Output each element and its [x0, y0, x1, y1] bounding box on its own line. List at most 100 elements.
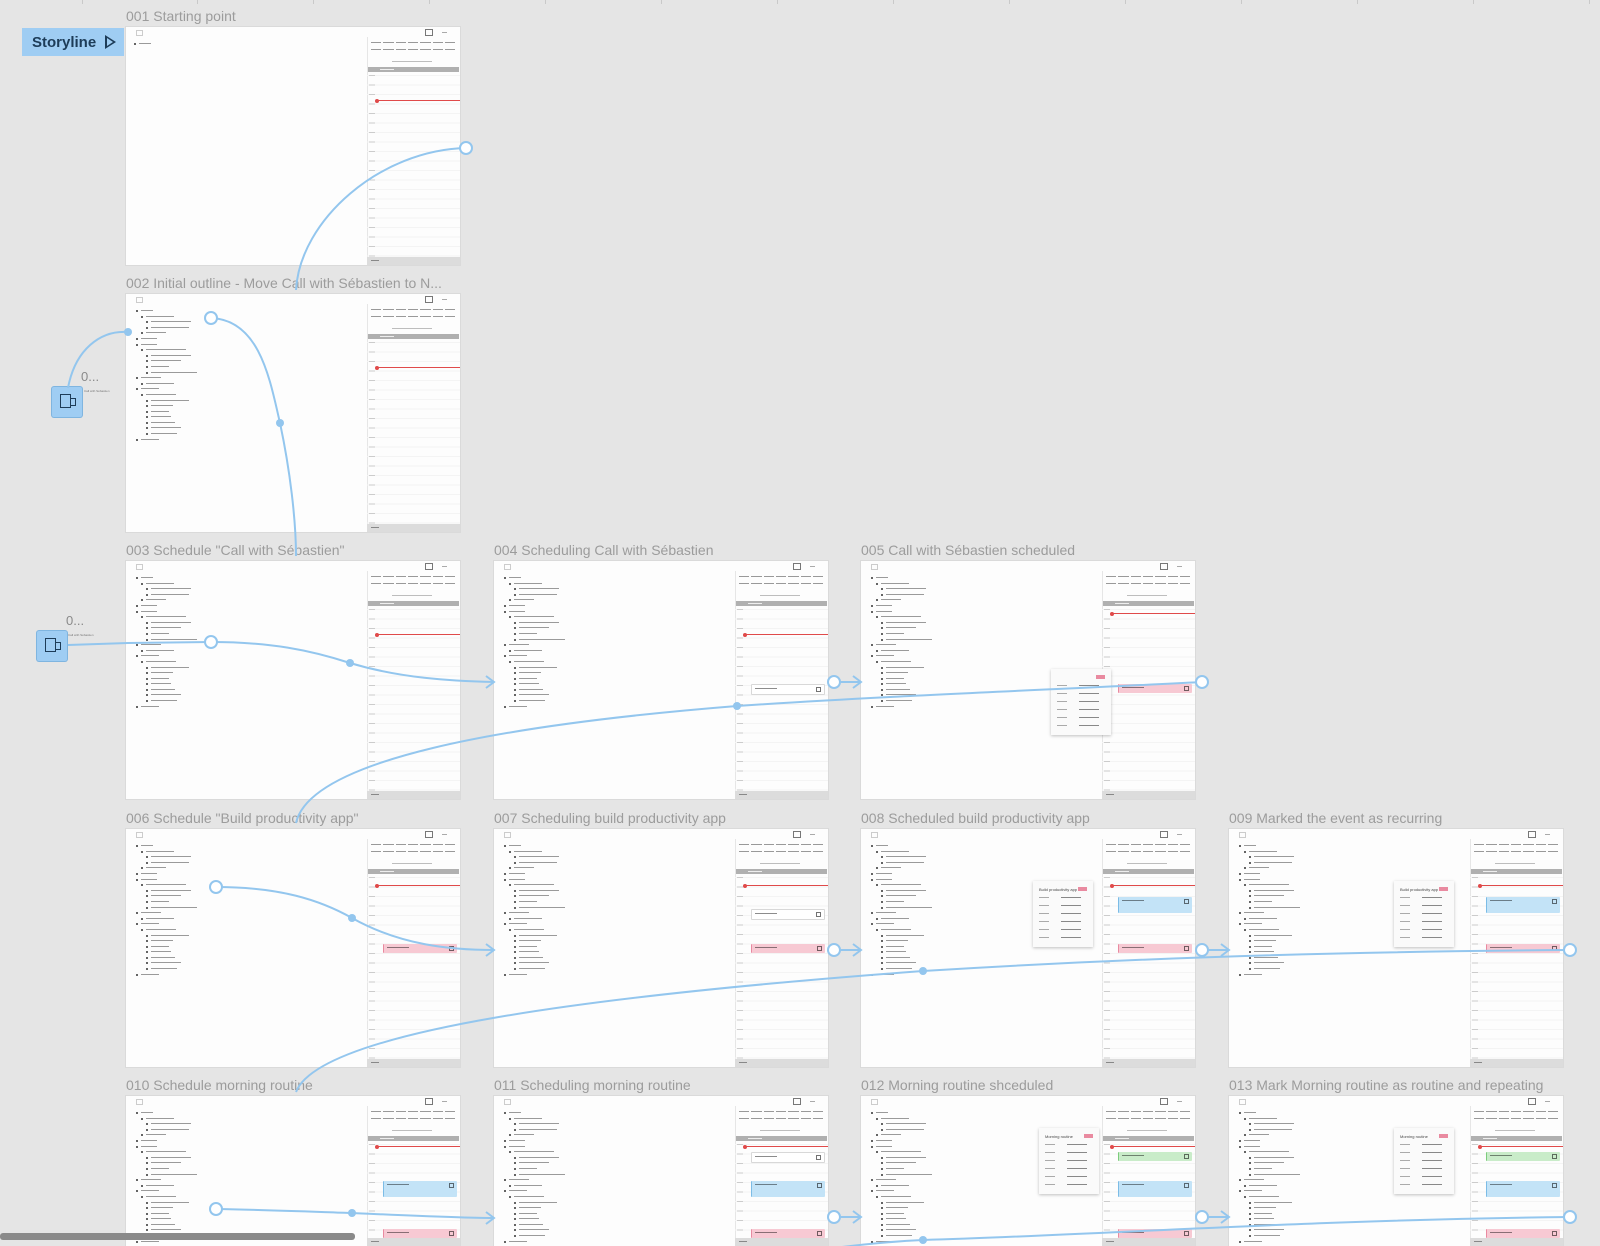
frame-title-013[interactable]: 013 Mark Morning routine as routine and … [1229, 1077, 1579, 1093]
frame-title-010[interactable]: 010 Schedule morning routine [126, 1077, 460, 1093]
frame-thumbnail-003[interactable] [126, 561, 460, 799]
week-row [370, 582, 457, 586]
frame-title-001[interactable]: 001 Starting point [126, 8, 460, 24]
frame-thumbnail-011[interactable] [494, 1096, 828, 1246]
date-caption [1127, 595, 1167, 596]
day-header [368, 67, 459, 72]
frame-title-008[interactable]: 008 Scheduled build productivity app [861, 810, 1195, 826]
frame-title-012[interactable]: 012 Morning routine shceduled [861, 1077, 1195, 1093]
event-build-productivity-app[interactable] [1486, 897, 1560, 913]
calendar-preview [367, 571, 460, 799]
calendar-icon [1160, 1098, 1168, 1105]
thumbnail-toolbar [126, 829, 460, 839]
popup-field [1039, 937, 1087, 939]
frame-title-005[interactable]: 005 Call with Sébastien scheduled [861, 542, 1195, 558]
event-call-with-sebastien[interactable] [383, 1229, 457, 1238]
frame-thumbnail-012[interactable]: Morning routine [861, 1096, 1195, 1246]
frame-thumbnail-007[interactable] [494, 829, 828, 1067]
event-call-with-sebastien[interactable] [1486, 1229, 1560, 1238]
week-row [370, 315, 457, 319]
hour-grid [367, 342, 460, 524]
frame-title-011[interactable]: 011 Scheduling morning routine [494, 1077, 828, 1093]
day-header [1471, 869, 1562, 874]
date-caption [392, 863, 432, 864]
flow-start-icon-2[interactable] [37, 631, 67, 661]
color-tag[interactable] [1439, 1134, 1448, 1138]
frame-thumbnail-005[interactable] [861, 561, 1195, 799]
page-icon [136, 564, 143, 570]
week-row [1105, 843, 1192, 847]
week-row [1473, 843, 1560, 847]
storyline-button[interactable]: Storyline [22, 28, 124, 56]
frame-title-007[interactable]: 007 Scheduling build productivity app [494, 810, 828, 826]
event-call-with-sebastien[interactable] [383, 944, 457, 953]
frame-title-002[interactable]: 002 Initial outline - Move Call with Séb… [126, 275, 460, 291]
frame-title-003[interactable]: 003 Schedule "Call with Sébastien" [126, 542, 460, 558]
frame-thumbnail-008[interactable]: Build productivity app [861, 829, 1195, 1067]
frame-thumbnail-010[interactable] [126, 1096, 460, 1246]
color-tag[interactable] [1096, 675, 1105, 679]
frame-thumbnail-001[interactable] [126, 27, 460, 265]
event-morning-routine[interactable] [1118, 1152, 1192, 1161]
outline-line [502, 704, 722, 710]
event-call-with-sebastien[interactable] [1486, 944, 1560, 953]
outline-line [502, 1239, 722, 1245]
new-event-input[interactable] [751, 684, 825, 695]
event-call-with-sebastien[interactable] [1118, 944, 1192, 953]
hour-grid [367, 877, 460, 1059]
event-build-productivity-app[interactable] [383, 1181, 457, 1197]
event-build-productivity-app[interactable] [1118, 1181, 1192, 1197]
event-call-with-sebastien[interactable] [1118, 684, 1192, 693]
calendar-footer [735, 791, 828, 799]
week-row [1473, 1110, 1560, 1114]
event-build-productivity-app[interactable] [1486, 1181, 1560, 1197]
week-row [1105, 850, 1192, 854]
popup-field [1057, 701, 1105, 703]
event-build-productivity-app[interactable] [1118, 897, 1192, 913]
outline-line [1237, 972, 1457, 978]
page-icon [136, 297, 143, 303]
current-time-line [1478, 883, 1563, 888]
calendar-icon [425, 831, 433, 838]
calendar-preview [367, 1106, 460, 1246]
minimize-icon [442, 32, 447, 33]
frame-title-006[interactable]: 006 Schedule "Build productivity app" [126, 810, 460, 826]
frame-title-009[interactable]: 009 Marked the event as recurring [1229, 810, 1563, 826]
event-call-with-sebastien[interactable] [751, 944, 825, 953]
new-event-input[interactable] [751, 1152, 825, 1163]
page-icon [871, 564, 878, 570]
color-tag[interactable] [1078, 887, 1087, 891]
event-details-popup: Morning routine [1039, 1128, 1099, 1194]
popup-field [1400, 1168, 1448, 1170]
frame-thumbnail-009[interactable]: Build productivity app [1229, 829, 1563, 1067]
color-tag[interactable] [1084, 1134, 1093, 1138]
frame-thumbnail-013[interactable]: Morning routine [1229, 1096, 1563, 1246]
ruler-tick [545, 0, 546, 4]
frame-thumbnail-004[interactable] [494, 561, 828, 799]
date-caption [392, 1130, 432, 1131]
minimize-icon [810, 834, 815, 835]
thumbnail-toolbar [861, 561, 1195, 571]
new-event-input[interactable] [751, 909, 825, 920]
flow-start-icon-1[interactable] [52, 387, 82, 417]
arrow-head-011 [485, 1211, 496, 1225]
connection-handle [1563, 943, 1577, 957]
event-call-with-sebastien[interactable] [751, 1229, 825, 1238]
event-build-productivity-app[interactable] [751, 1181, 825, 1197]
week-row [738, 1110, 825, 1114]
color-tag[interactable] [1439, 887, 1448, 891]
hour-grid [367, 75, 460, 257]
calendar-icon [425, 1098, 433, 1105]
date-caption [392, 595, 432, 596]
horizontal-scrollbar[interactable] [0, 1233, 355, 1240]
week-row [738, 850, 825, 854]
calendar-preview [1102, 1106, 1195, 1246]
document-icon [45, 638, 61, 652]
frame-thumbnail-002[interactable] [126, 294, 460, 532]
outline-line [134, 41, 354, 47]
event-morning-routine[interactable] [1486, 1152, 1560, 1161]
outline-preview [134, 41, 354, 47]
event-call-with-sebastien[interactable] [1118, 1229, 1192, 1238]
frame-thumbnail-006[interactable] [126, 829, 460, 1067]
frame-title-004[interactable]: 004 Scheduling Call with Sébastien [494, 542, 828, 558]
